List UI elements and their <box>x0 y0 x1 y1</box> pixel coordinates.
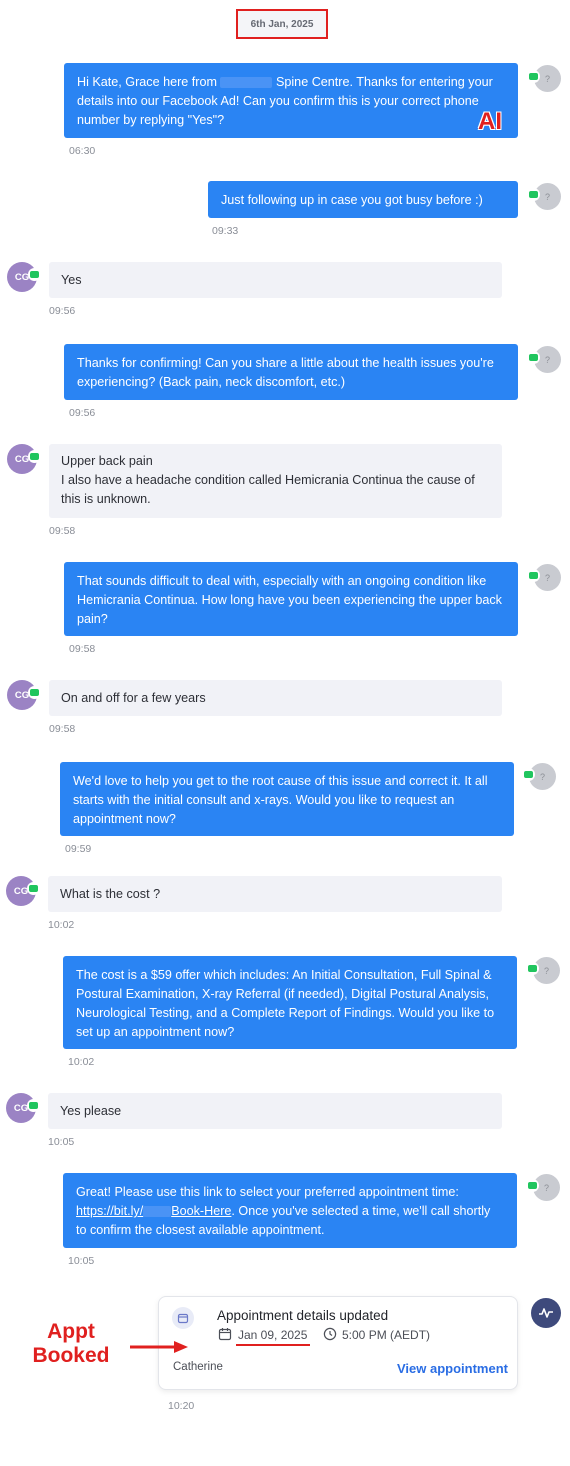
sms-channel-icon <box>527 569 540 582</box>
message-time: 09:58 <box>49 723 76 735</box>
redacted-name <box>220 77 273 89</box>
incoming-message: Yes please <box>48 1093 502 1129</box>
outgoing-message: That sounds difficult to deal with, espe… <box>64 562 518 636</box>
message-time: 09:59 <box>65 843 92 855</box>
sms-channel-icon <box>526 1179 539 1192</box>
incoming-message: Yes <box>49 262 502 298</box>
message-text: Thanks for confirming! Can you share a l… <box>77 356 494 389</box>
message-text: On and off for a few years <box>61 691 206 705</box>
clock-icon <box>323 1327 337 1346</box>
incoming-message: On and off for a few years <box>49 680 502 716</box>
message-time: 10:02 <box>68 1056 95 1068</box>
message-text: What is the cost ? <box>60 887 161 901</box>
calendar-icon <box>172 1307 194 1329</box>
date-icon <box>218 1327 232 1346</box>
message-text: Hi Kate, Grace here from <box>77 75 217 89</box>
sms-channel-icon <box>27 1099 40 1112</box>
outgoing-message: We'd love to help you get to the root ca… <box>60 762 514 836</box>
message-text: Just following up in case you got busy b… <box>221 193 483 207</box>
sms-channel-icon <box>527 351 540 364</box>
date-divider: 6th Jan, 2025 <box>236 9 328 39</box>
incoming-message: What is the cost ? <box>48 876 502 912</box>
ai-annotation: AI <box>478 108 502 135</box>
message-text: Upper back pain <box>61 454 153 468</box>
outgoing-message: Thanks for confirming! Can you share a l… <box>64 344 518 400</box>
sms-channel-icon <box>28 686 41 699</box>
activity-icon <box>531 1298 561 1328</box>
appointment-timestamp: 10:20 <box>168 1400 195 1412</box>
appointment-title: Appointment details updated <box>217 1308 389 1323</box>
message-time: 09:58 <box>69 643 96 655</box>
sms-channel-icon <box>526 962 539 975</box>
incoming-message: Upper back pain I also have a headache c… <box>49 444 502 518</box>
arrow-icon <box>128 1340 190 1359</box>
message-time: 09:56 <box>49 305 76 317</box>
message-text: We'd love to help you get to the root ca… <box>73 774 488 826</box>
sms-channel-icon <box>527 70 540 83</box>
message-text: I also have a headache condition called … <box>61 473 475 506</box>
message-text: The cost is a $59 offer which includes: … <box>76 968 495 1039</box>
message-text: Yes <box>61 273 82 287</box>
message-time: 10:05 <box>48 1136 75 1148</box>
message-time: 09:58 <box>49 525 76 537</box>
outgoing-message: Just following up in case you got busy b… <box>208 181 518 218</box>
booking-link[interactable]: https://bit.ly/Book-Here <box>76 1204 231 1218</box>
appointment-time: 5:00 PM (AEDT) <box>342 1328 431 1342</box>
sms-channel-icon <box>27 882 40 895</box>
sms-channel-icon <box>527 188 540 201</box>
message-time: 09:56 <box>69 407 96 419</box>
view-appointment-link[interactable]: View appointment <box>397 1361 508 1376</box>
sms-channel-icon <box>28 268 41 281</box>
message-time: 10:02 <box>48 919 75 931</box>
message-time: 10:05 <box>68 1255 95 1267</box>
annotation-underline <box>236 1344 310 1346</box>
outgoing-message: Great! Please use this link to select yo… <box>63 1173 517 1248</box>
message-time: 09:33 <box>212 225 239 237</box>
message-time: 06:30 <box>69 145 96 157</box>
booked-annotation: Appt Booked <box>32 1320 110 1367</box>
message-text: Yes please <box>60 1104 122 1118</box>
outgoing-message: Hi Kate, Grace here from Spine Centre. T… <box>64 63 518 138</box>
message-text: That sounds difficult to deal with, espe… <box>77 574 502 626</box>
message-text: Great! Please use this link to select yo… <box>76 1185 459 1199</box>
sms-channel-icon <box>522 768 535 781</box>
outgoing-message: The cost is a $59 offer which includes: … <box>63 956 517 1049</box>
appointment-user: Catherine <box>173 1361 223 1373</box>
sms-channel-icon <box>28 450 41 463</box>
appointment-date: Jan 09, 2025 <box>238 1328 308 1342</box>
